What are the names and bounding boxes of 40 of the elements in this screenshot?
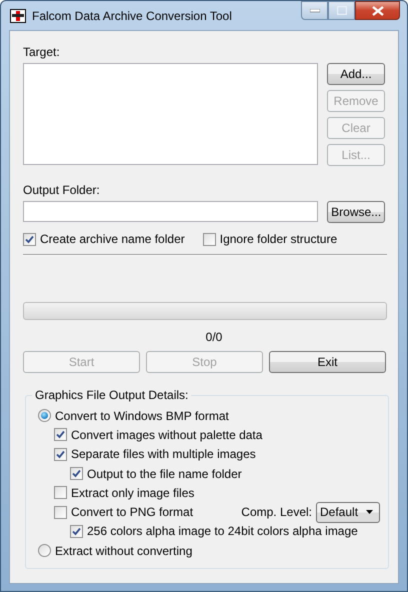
checkbox[interactable] <box>70 524 83 538</box>
group-title: Graphics File Output Details: <box>32 388 192 403</box>
minimize-icon <box>310 8 320 12</box>
target-list[interactable] <box>23 63 318 165</box>
output-folder-field[interactable] <box>23 201 318 222</box>
checkbox[interactable] <box>54 448 67 461</box>
close-button[interactable] <box>355 1 400 20</box>
checkbox[interactable] <box>23 232 36 246</box>
checkbox[interactable] <box>54 428 67 442</box>
output-folder-label: Output Folder: <box>23 183 100 198</box>
progress-count: 0/0 <box>206 330 222 345</box>
target-label: Target: <box>23 45 60 60</box>
action-button[interactable]: Exit <box>269 351 386 373</box>
radio-label: Extract without converting <box>55 544 192 558</box>
radio-button[interactable] <box>38 409 51 422</box>
comp-level-dropdown[interactable]: Default <box>316 502 380 523</box>
minimize-button[interactable] <box>301 1 328 20</box>
checkbox-label: Ignore folder structure <box>220 232 338 246</box>
radio-label: Convert to Windows BMP format <box>55 408 229 423</box>
maximize-icon <box>336 6 346 15</box>
checkbox-label: Extract only image files <box>71 486 194 500</box>
checkbox[interactable] <box>70 467 83 480</box>
checkbox-label: 256 colors alpha image to 24bit colors alpha image <box>87 524 358 538</box>
maximize-button[interactable] <box>328 1 355 20</box>
checkbox-label: Create archive name folder <box>40 232 185 246</box>
checkbox-label: Output to the file name folder <box>87 466 242 481</box>
checkbox-label: Convert images without palette data <box>71 428 262 442</box>
checkbox-label: Separate files with multiple images <box>71 447 256 462</box>
comp-level-label: Comp. Level: <box>241 505 312 520</box>
browse-button[interactable]: Browse... <box>327 201 385 223</box>
radio-button[interactable] <box>38 544 51 558</box>
checkbox-label: Convert to PNG format <box>71 505 194 520</box>
checkbox[interactable] <box>54 486 67 500</box>
checkbox[interactable] <box>54 506 67 519</box>
target-button[interactable]: Add... <box>327 63 385 85</box>
close-icon <box>372 6 384 16</box>
app-icon <box>10 8 26 22</box>
window-title: Falcom Data Archive Conversion Tool <box>32 8 232 22</box>
caret-icon <box>366 510 373 514</box>
checkbox[interactable] <box>202 232 216 246</box>
